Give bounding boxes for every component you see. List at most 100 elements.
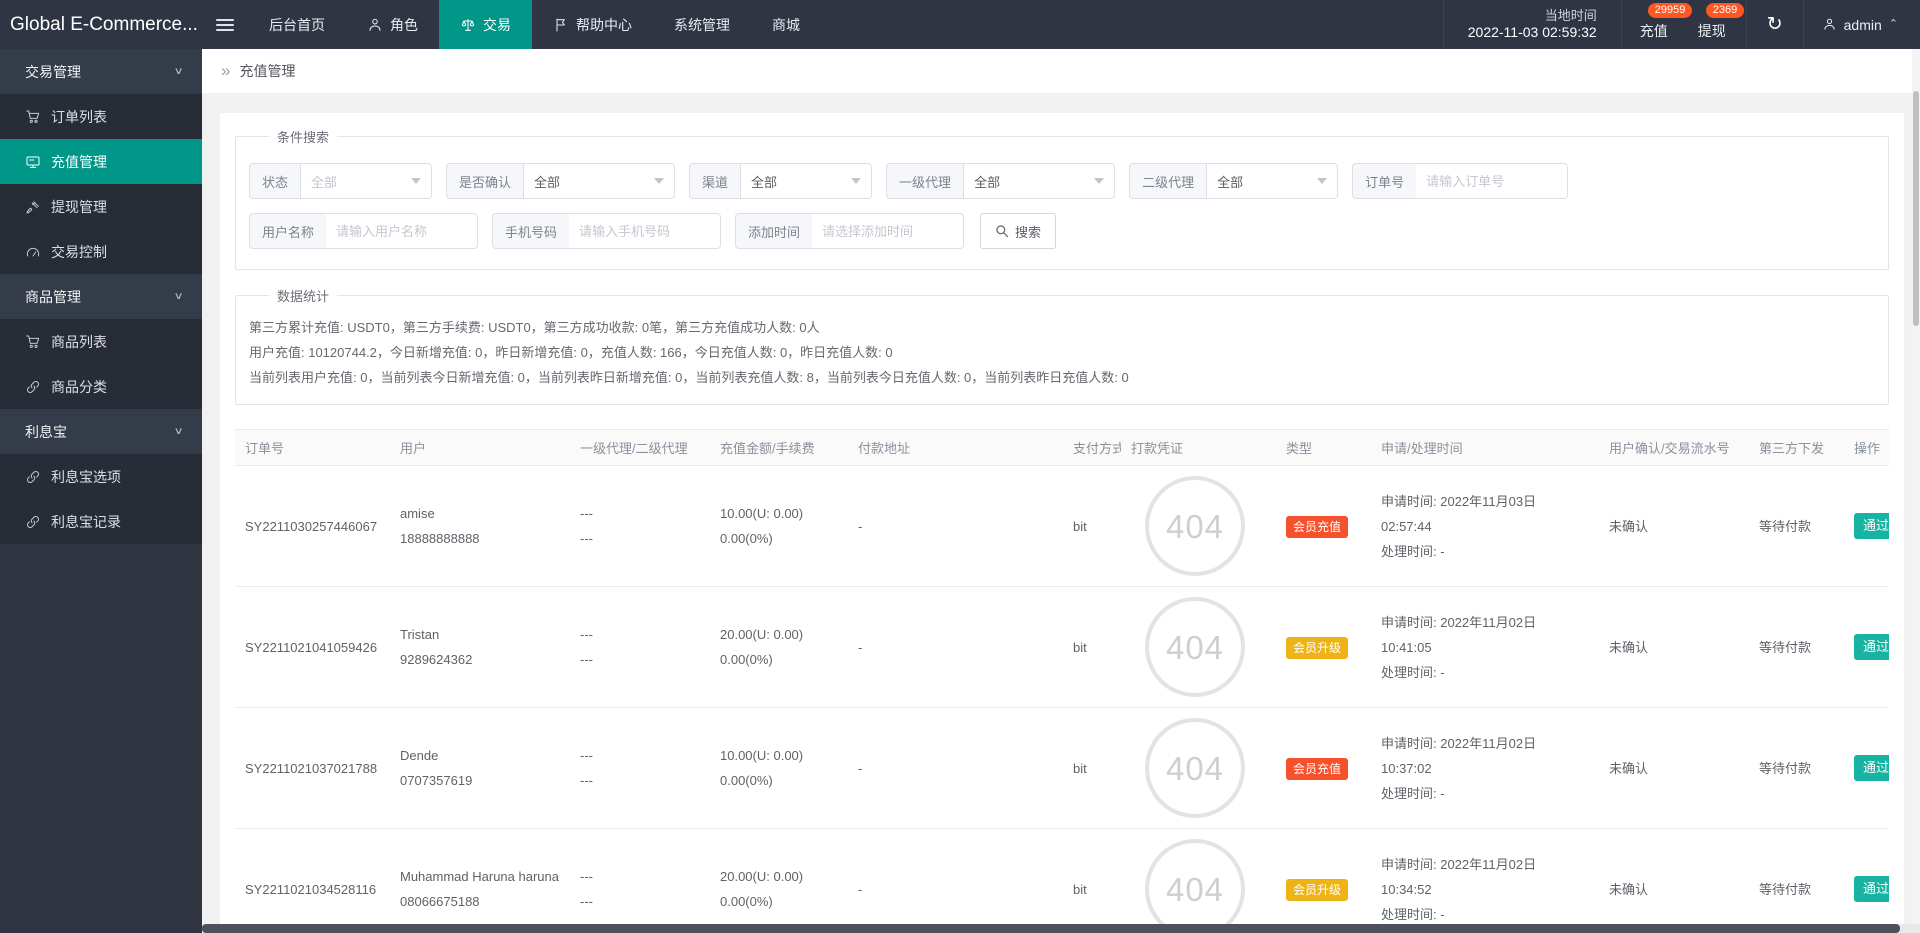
- agent1-select[interactable]: 全部: [963, 163, 1115, 199]
- cart-icon: [25, 109, 41, 125]
- apply-time: 申请时间: 2022年11月03日 02:57:44: [1381, 489, 1589, 539]
- content-panel: 条件搜索 状态 全部 是否确认 全部 渠道: [220, 113, 1904, 933]
- cell-order-no: SY2211030257446067: [235, 508, 390, 545]
- menu-label: 系统管理: [674, 15, 730, 35]
- person-icon: [1822, 17, 1837, 32]
- cell-amount-fee: 10.00(U: 0.00)0.00(0%): [710, 495, 848, 557]
- approve-button[interactable]: 通过: [1854, 634, 1889, 660]
- withdraw-shortcut[interactable]: 提现 2369: [1680, 0, 1738, 49]
- menu-item-dashboard[interactable]: 后台首页: [248, 0, 346, 49]
- navbar-right: 当地时间 2022-11-03 02:59:32 充值 29959 提现 236…: [1443, 0, 1920, 49]
- recharge-shortcut[interactable]: 充值 29959: [1622, 0, 1680, 49]
- display-icon: [25, 154, 41, 170]
- cell-third-party: 等待付款: [1749, 750, 1844, 787]
- sidebar-item-label: 订单列表: [51, 107, 107, 127]
- cell-action: 通过: [1844, 628, 1889, 666]
- select-value: 全部: [311, 172, 337, 191]
- menu-item-system[interactable]: 系统管理: [653, 0, 751, 49]
- sidebar-item-trade-control[interactable]: 交易控制: [0, 229, 202, 274]
- approve-button[interactable]: 通过: [1854, 876, 1889, 902]
- withdraw-label: 提现: [1698, 21, 1726, 41]
- chevron-down-icon: ∨: [173, 291, 183, 302]
- link-icon: [25, 514, 41, 530]
- filter-username: 用户名称: [249, 213, 478, 249]
- hamburger-icon: [216, 16, 234, 34]
- user-phone: 18888888888: [400, 526, 560, 551]
- filter-row-2: 用户名称 手机号码 添加时间 搜索: [249, 213, 1875, 249]
- cell-user: Muhammad Haruna haruna 08066675188: [390, 858, 570, 920]
- vertical-scrollbar-thumb[interactable]: [1913, 91, 1919, 326]
- confirmed-select[interactable]: 全部: [523, 163, 675, 199]
- menu-item-roles[interactable]: 角色: [346, 0, 439, 49]
- sidebar-item-goods-category[interactable]: 商品分类: [0, 364, 202, 409]
- menu-item-help-center[interactable]: 帮助中心: [532, 0, 653, 49]
- cell-confirm: 未确认: [1599, 508, 1749, 545]
- recharge-label: 充值: [1640, 21, 1668, 41]
- user-menu[interactable]: admin ⌃: [1803, 0, 1920, 49]
- caret-down-icon: [851, 178, 861, 184]
- table-header: 订单号 用户 一级代理/二级代理 充值金额/手续费 付款地址 支付方式 打款凭证…: [235, 429, 1889, 466]
- filter-label: 添加时间: [735, 213, 812, 249]
- caret-down-icon: [1317, 178, 1327, 184]
- sidebar-item-order-list[interactable]: 订单列表: [0, 94, 202, 139]
- sidebar-item-interest-options[interactable]: 利息宝选项: [0, 454, 202, 499]
- cell-address: -: [848, 629, 1063, 666]
- sidebar-item-withdraw[interactable]: 提现管理: [0, 184, 202, 229]
- sidebar-group-trade[interactable]: 交易管理 ∨: [0, 49, 202, 94]
- menu-item-trade[interactable]: 交易: [439, 0, 532, 49]
- col-action: 操作: [1844, 430, 1889, 465]
- user-name: Tristan: [400, 622, 560, 647]
- menu-item-mall[interactable]: 商城: [751, 0, 821, 49]
- status-select[interactable]: 全部: [300, 163, 432, 199]
- breadcrumb: » 充值管理: [202, 49, 1920, 93]
- stats-line-current-list: 当前列表用户充值: 0，当前列表今日新增充值: 0，当前列表昨日新增充值: 0，…: [249, 365, 1875, 390]
- cell-third-party: 等待付款: [1749, 508, 1844, 545]
- cell-user: Dende 0707357619: [390, 737, 570, 799]
- group-label: 商品管理: [25, 287, 81, 307]
- cell-action: 通过: [1844, 507, 1889, 545]
- sidebar-group-interest[interactable]: 利息宝 ∨: [0, 409, 202, 454]
- table-row: SY2211030257446067 amise 18888888888 ---…: [235, 466, 1889, 587]
- cell-address: -: [848, 871, 1063, 908]
- cell-pay-method: bit: [1063, 871, 1121, 908]
- process-time: 处理时间: -: [1381, 781, 1589, 806]
- chevron-up-icon: ⌃: [1889, 17, 1898, 30]
- filter-order-no: 订单号: [1352, 163, 1568, 199]
- refresh-icon: ↻: [1767, 13, 1783, 36]
- page-title: 充值管理: [239, 61, 295, 81]
- username-input[interactable]: [326, 213, 478, 249]
- vertical-scrollbar[interactable]: [1912, 49, 1920, 924]
- approve-button[interactable]: 通过: [1854, 755, 1889, 781]
- caret-down-icon: [411, 178, 421, 184]
- voucher-404-placeholder: 404: [1145, 839, 1245, 933]
- horizontal-scrollbar-thumb[interactable]: [202, 924, 1900, 933]
- filter-phone: 手机号码: [492, 213, 721, 249]
- add-time-input[interactable]: [812, 213, 964, 249]
- cell-voucher: 404: [1121, 708, 1276, 828]
- approve-button[interactable]: 通过: [1854, 513, 1889, 539]
- search-button[interactable]: 搜索: [980, 213, 1056, 249]
- local-time-value: 2022-11-03 02:59:32: [1468, 24, 1597, 41]
- cell-order-no: SY2211021034528116: [235, 871, 390, 908]
- order-no-input[interactable]: [1416, 163, 1568, 199]
- refresh-button[interactable]: ↻: [1746, 0, 1803, 49]
- cell-type: 会员升级: [1276, 871, 1371, 908]
- sidebar-group-goods[interactable]: 商品管理 ∨: [0, 274, 202, 319]
- sidebar-toggle-button[interactable]: [202, 0, 248, 49]
- sidebar-item-goods-list[interactable]: 商品列表: [0, 319, 202, 364]
- scales-icon: [460, 17, 476, 33]
- sidebar-item-interest-records[interactable]: 利息宝记录: [0, 499, 202, 544]
- col-pay-method: 支付方式: [1063, 430, 1121, 465]
- withdraw-count-badge: 2369: [1706, 3, 1744, 18]
- phone-input[interactable]: [569, 213, 721, 249]
- type-badge: 会员充值: [1286, 758, 1348, 780]
- agent2-select[interactable]: 全部: [1206, 163, 1338, 199]
- horizontal-scrollbar[interactable]: [202, 924, 1920, 933]
- filter-label: 手机号码: [492, 213, 569, 249]
- col-time: 申请/处理时间: [1371, 430, 1599, 465]
- channel-select[interactable]: 全部: [740, 163, 872, 199]
- sidebar-item-recharge[interactable]: 充值管理: [0, 139, 202, 184]
- filter-channel: 渠道 全部: [689, 163, 872, 199]
- cell-address: -: [848, 508, 1063, 545]
- cell-time: 申请时间: 2022年11月02日 10:34:52 处理时间: -: [1371, 846, 1599, 933]
